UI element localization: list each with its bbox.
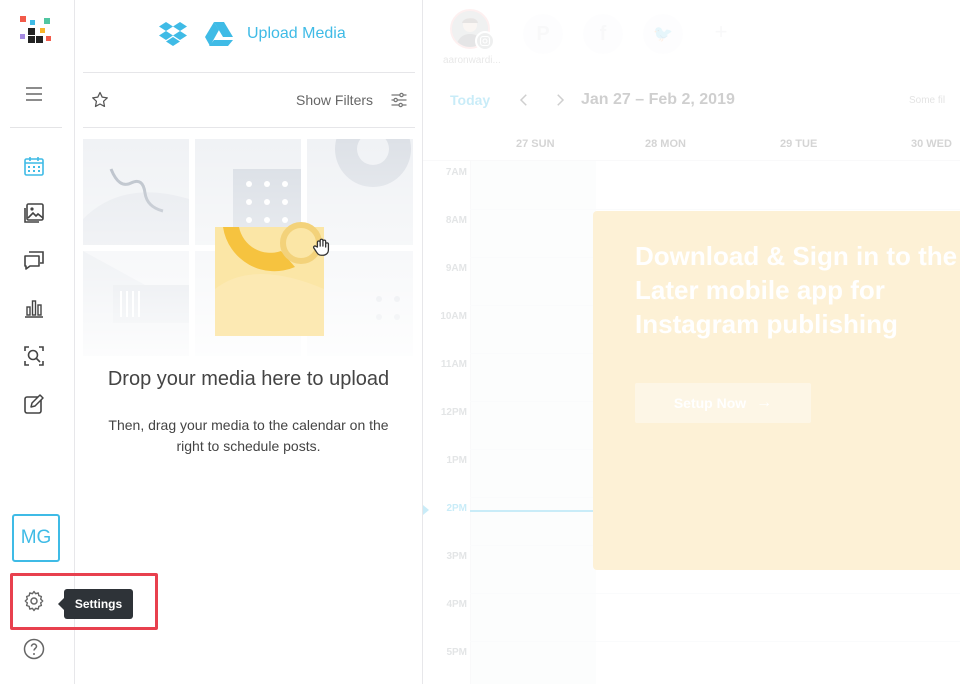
media-library-icon[interactable] [20,199,48,227]
time-gutter-border [470,161,471,684]
dropbox-icon[interactable] [159,21,187,47]
current-time-line [470,510,596,512]
settings-gear-icon[interactable] [20,587,48,615]
current-time-marker [423,505,429,515]
add-profile-plus-icon[interactable]: + [709,20,733,44]
setup-now-label: Setup Now [673,395,747,411]
drop-subtitle-line2: right to schedule posts. [176,438,321,454]
date-range: Jan 27 – Feb 2, 2019 [581,91,735,108]
hour-gridline [470,593,960,594]
add-facebook-icon[interactable]: f [583,14,623,54]
hour-label: 5PM [446,647,467,658]
hour-label: 4PM [446,599,467,610]
hour-label: 12PM [440,407,467,418]
show-filters-button[interactable]: Show Filters [296,92,373,108]
day-header-wed: 30 WED [911,138,952,150]
hour-label: 3PM [446,551,467,562]
promo-line-1: Download & Sign in to the [635,241,958,271]
media-header-divider [83,72,415,73]
media-panel: Upload Media Show Filters Drop your medi… [75,0,423,684]
analytics-icon[interactable] [20,294,48,322]
later-logo[interactable] [18,14,54,50]
prev-week-chevron-icon[interactable] [515,91,533,109]
drop-subtitle-line1: Then, drag your media to the calendar on… [108,417,389,433]
setup-now-button[interactable]: Setup Now → [635,383,811,423]
filters-sliders-icon[interactable] [389,90,409,110]
drop-illustration [83,111,413,356]
day-header-sun: 27 SUN [516,138,555,150]
hour-gridline [470,209,960,210]
hour-gridline [470,641,960,642]
profile-username: aaronwardi... [443,55,501,66]
instagram-badge-icon [475,31,495,51]
promo-line-3: Instagram publishing [635,309,898,339]
add-pinterest-icon[interactable]: P [523,14,563,54]
hour-label: 9AM [445,263,467,274]
edit-post-icon[interactable] [20,390,48,418]
workspace-avatar[interactable]: MG [12,514,60,562]
hour-label: 10AM [440,311,467,322]
settings-tooltip-label: Settings [74,597,123,611]
favorite-star-icon[interactable] [90,90,110,110]
hour-label: 7AM [445,167,467,178]
mobile-app-promo-card: Download & Sign in to the Later mobile a… [593,211,960,570]
workspace-initials: MG [20,527,52,548]
today-button[interactable]: Today [450,92,490,108]
hour-label: 1PM [446,455,467,466]
drop-title: Drop your media here to upload [107,368,390,390]
add-twitter-icon[interactable]: 🐦 [643,14,683,54]
sunday-column[interactable] [470,161,596,684]
hour-label: 8AM [445,215,467,226]
arrow-right-icon: → [756,394,773,411]
next-week-chevron-icon[interactable] [551,91,569,109]
promo-line-2: Later mobile app for [635,275,885,305]
filters-divider [83,127,415,128]
calendar-icon[interactable] [20,152,48,180]
day-header-tue: 29 TUE [780,138,818,150]
grab-hand-icon [311,236,333,258]
hamburger-menu-icon[interactable] [20,80,48,108]
upload-media-link[interactable]: Upload Media [247,25,346,43]
help-icon[interactable] [20,635,48,663]
top-right-label: Some fil [909,95,946,106]
conversations-icon[interactable] [20,246,48,274]
search-media-icon[interactable] [20,342,48,370]
settings-tooltip: Settings [58,589,133,619]
hour-label: 2PM [446,503,467,514]
left-nav: MG [0,0,75,684]
day-header-mon: 28 MON [645,138,686,150]
nav-divider [10,127,62,128]
google-drive-icon[interactable] [205,22,233,46]
hour-label: 11AM [440,359,467,370]
